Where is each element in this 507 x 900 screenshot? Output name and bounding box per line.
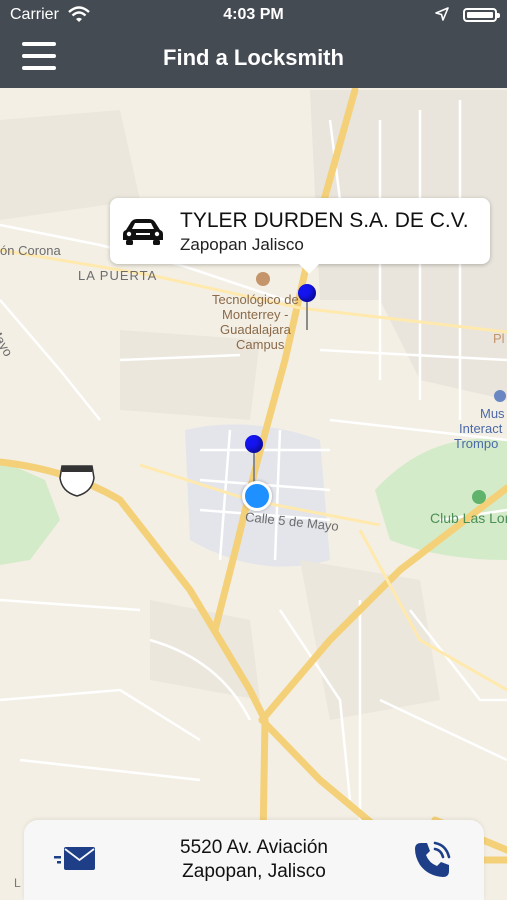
map-label-corona: ón Corona	[0, 243, 61, 258]
map-label-museo-2: Interact	[459, 421, 503, 436]
car-icon	[123, 219, 163, 245]
locksmith-pin[interactable]	[245, 435, 263, 453]
address-card: 5520 Av. Aviación Zapopan, Jalisco	[24, 820, 484, 900]
map-label-campus: Campus	[236, 337, 285, 352]
phone-icon[interactable]	[412, 840, 452, 880]
locksmith-callout[interactable]: TYLER DURDEN S.A. DE C.V. Zapopan Jalisc…	[110, 198, 490, 274]
map-label-la-puerta: LA PUERTA	[78, 268, 158, 283]
locksmith-pin[interactable]	[298, 284, 316, 302]
pin-stick	[306, 300, 308, 330]
map-label-club: Club Las Lom	[430, 510, 507, 526]
user-location-dot	[242, 481, 272, 511]
locksmith-name: TYLER DURDEN S.A. DE C.V.	[180, 209, 469, 232]
navigation-bar: Find a Locksmith	[0, 30, 507, 88]
locksmith-city: Zapopan Jalisco	[180, 235, 304, 254]
legal-link[interactable]: L	[14, 876, 21, 890]
map-label-pl: Pl	[493, 331, 505, 346]
map-label-tec: Tecnológico de	[212, 292, 299, 307]
map-label-museo-1: Mus	[480, 406, 505, 421]
highway-number: 15	[69, 477, 82, 489]
map-label-museo-3: Trompo	[454, 436, 499, 451]
page-title: Find a Locksmith	[163, 45, 344, 70]
map-label-monterrey: Monterrey -	[222, 307, 289, 322]
clock: 4:03 PM	[223, 6, 284, 23]
status-bar: Carrier 4:03 PM	[0, 0, 507, 30]
pin-stick	[253, 452, 255, 482]
location-arrow-icon	[435, 7, 449, 21]
battery-icon	[463, 8, 500, 22]
map-label-guadalajara: Guadalajara	[220, 322, 291, 337]
